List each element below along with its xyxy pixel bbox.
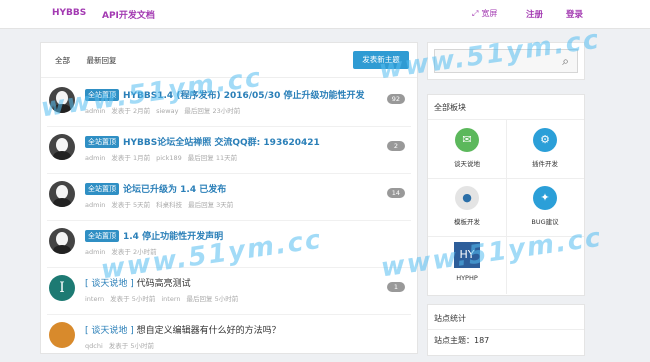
divider — [41, 77, 417, 78]
reply-count-badge: 92 — [386, 94, 405, 104]
thread-title[interactable]: 全站置顶 1.4 停止功能性开发声明 — [85, 229, 223, 242]
pinned-badge: 全站置顶 — [85, 230, 119, 242]
forum-tag[interactable]: [ 谈天说地 ] — [85, 279, 134, 289]
boards-header: 全部板块 — [434, 103, 466, 112]
avatar[interactable] — [49, 87, 75, 113]
thread-title[interactable]: 全站置顶 HYBBS1.4 (程序发布) 2016/05/30 停止升级功能性开发 — [85, 88, 365, 101]
board-label: BUG建议 — [531, 218, 559, 226]
thread-meta: admin 发表于 2月前 sieway 最后回复 23小时前 — [85, 107, 241, 115]
thread-meta: admin 发表于 5天前 科桌科技 最后回复 3天前 — [85, 201, 234, 209]
row-divider — [47, 173, 411, 174]
row-divider — [47, 220, 411, 221]
board-hyphp[interactable]: HY HYPHP — [428, 236, 507, 294]
register-link[interactable]: 注册 — [526, 8, 543, 20]
thread-row[interactable]: 全站置顶 HYBBS论坛全站禅照 交流QQ群: 193620421 admin 发表… — [47, 128, 411, 174]
thread-row[interactable]: [ 谈天说地 ] 想自定义编辑器有什么好的方法吗？ qdchi 发表于 5小时前 — [47, 316, 411, 362]
thread-title[interactable]: [ 谈天说地 ] 想自定义编辑器有什么好的方法吗？ — [85, 323, 281, 336]
brand-link[interactable]: HYBBS — [52, 8, 86, 18]
avatar[interactable] — [49, 181, 75, 207]
api-doc-link[interactable]: API开发文档 — [102, 8, 155, 21]
search-input[interactable]: ⌕ — [434, 49, 578, 73]
avatar[interactable]: I — [49, 275, 75, 301]
board-label: 插件开发 — [532, 160, 558, 168]
thread-title[interactable]: 全站置顶 HYBBS论坛全站禅照 交流QQ群: 193620421 — [85, 135, 320, 148]
forum-tag[interactable]: [ 谈天说地 ] — [85, 326, 134, 336]
tab-latest-reply[interactable]: 最新回复 — [87, 56, 117, 65]
thread-title[interactable]: 全站置顶 论坛已升级为 1.4 已发布 — [85, 182, 226, 195]
boards-panel: 全部板块 ✉ 谈天说地 ⚙ 插件开发 ● 模板开发 ✦ BUG建议 HY HYP… — [427, 94, 585, 296]
thread-meta: admin 发表于 1月前 pick189 最后回复 11天前 — [85, 154, 238, 162]
thread-meta: qdchi 发表于 5小时前 — [85, 342, 154, 350]
reply-count-badge: 2 — [387, 141, 405, 151]
chat-icon: ✉ — [455, 128, 479, 152]
thread-meta: admin 发表于 2小时前 — [85, 248, 157, 256]
stats-panel: 站点统计 站点主题：187 — [427, 304, 585, 356]
reply-count-badge: 14 — [386, 188, 405, 198]
row-divider — [47, 267, 411, 268]
bulb-icon: ✦ — [533, 186, 557, 210]
thread-row[interactable]: 全站置顶 1.4 停止功能性开发声明 admin 发表于 2小时前 — [47, 222, 411, 268]
hy-logo: HY — [454, 242, 480, 268]
pinned-badge: 全站置顶 — [85, 89, 119, 101]
thread-title[interactable]: [ 谈天说地 ] 代码高亮测试 — [85, 276, 191, 289]
tab-all[interactable]: 全部 — [55, 56, 70, 65]
board-label: 谈天说地 — [454, 160, 480, 168]
search-icon[interactable]: ⌕ — [562, 54, 569, 69]
pinned-badge: 全站置顶 — [85, 136, 119, 148]
board-label: HYPHP — [456, 274, 478, 282]
row-divider — [47, 126, 411, 127]
expand-icon: ⤢ — [472, 9, 479, 18]
avatar[interactable] — [49, 228, 75, 254]
topic-count: 站点主题：187 — [434, 336, 490, 345]
thread-row[interactable]: 全站置顶 HYBBS1.4 (程序发布) 2016/05/30 停止升级功能性开发… — [47, 81, 411, 127]
thread-row[interactable]: 全站置顶 论坛已升级为 1.4 已发布 admin 发表于 5天前 科桌科技 最后回复 … — [47, 175, 411, 221]
thread-meta: intern 发表于 5小时前 intern 最后回复 5小时前 — [85, 295, 239, 303]
search-panel: ⌕ — [427, 42, 585, 80]
thread-list-panel: 全部 最新回复 发表新主题 全站置顶 HYBBS1.4 (程序发布) 2016/0… — [40, 42, 418, 354]
board-bug[interactable]: ✦ BUG建议 — [506, 178, 584, 237]
avatar[interactable] — [49, 322, 75, 348]
widescreen-toggle[interactable]: ⤢ 宽屏 — [472, 8, 497, 19]
board-chat[interactable]: ✉ 谈天说地 — [428, 120, 507, 179]
reply-count-badge: 1 — [387, 282, 405, 292]
new-post-button[interactable]: 发表新主题 — [353, 51, 409, 69]
login-link[interactable]: 登录 — [566, 8, 583, 20]
board-plugin[interactable]: ⚙ 插件开发 — [506, 120, 584, 179]
board-template[interactable]: ● 模板开发 — [428, 178, 507, 237]
thread-tabs: 全部 最新回复 — [55, 55, 131, 66]
divider — [428, 329, 584, 330]
stats-header: 站点统计 — [434, 314, 466, 323]
top-nav: HYBBS API开发文档 ⤢ 宽屏 注册 登录 — [0, 0, 650, 29]
gear-icon: ⚙ — [533, 128, 557, 152]
pinned-badge: 全站置顶 — [85, 183, 119, 195]
template-icon: ● — [455, 186, 479, 210]
thread-row[interactable]: I [ 谈天说地 ] 代码高亮测试 intern 发表于 5小时前 intern 最后… — [47, 269, 411, 315]
avatar[interactable] — [49, 134, 75, 160]
board-label: 模板开发 — [454, 218, 480, 226]
row-divider — [47, 314, 411, 315]
